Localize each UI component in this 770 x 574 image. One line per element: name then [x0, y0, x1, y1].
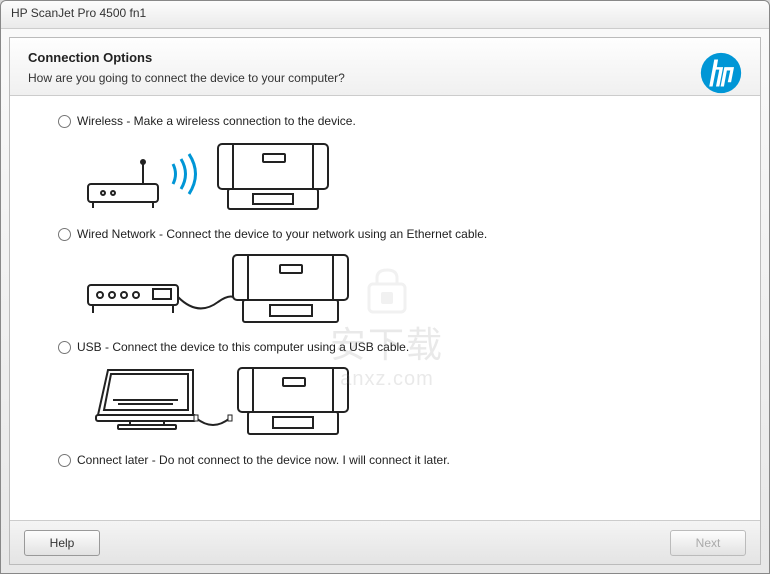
illustration-wired — [78, 247, 720, 330]
option-wireless: Wireless - Make a wireless connection to… — [58, 114, 720, 217]
option-later-row[interactable]: Connect later - Do not connect to the de… — [58, 453, 720, 467]
hp-logo-icon — [700, 52, 742, 94]
label-wireless: Wireless - Make a wireless connection to… — [77, 114, 356, 128]
page-title: Connection Options — [28, 50, 742, 65]
content-area: Wireless - Make a wireless connection to… — [10, 96, 760, 520]
option-wired: Wired Network - Connect the device to yo… — [58, 227, 720, 330]
illustration-wireless — [78, 134, 720, 217]
option-wired-row[interactable]: Wired Network - Connect the device to yo… — [58, 227, 720, 241]
radio-wired[interactable] — [58, 228, 71, 241]
illustration-usb — [78, 360, 720, 443]
label-usb: USB - Connect the device to this compute… — [77, 340, 409, 354]
option-later: Connect later - Do not connect to the de… — [58, 453, 720, 467]
radio-usb[interactable] — [58, 341, 71, 354]
window-title: HP ScanJet Pro 4500 fn1 — [11, 6, 146, 20]
next-button[interactable]: Next — [670, 530, 746, 556]
radio-wireless[interactable] — [58, 115, 71, 128]
header: Connection Options How are you going to … — [10, 38, 760, 96]
option-wireless-row[interactable]: Wireless - Make a wireless connection to… — [58, 114, 720, 128]
radio-later[interactable] — [58, 454, 71, 467]
option-usb-row[interactable]: USB - Connect the device to this compute… — [58, 340, 720, 354]
label-later: Connect later - Do not connect to the de… — [77, 453, 450, 467]
help-button[interactable]: Help — [24, 530, 100, 556]
option-usb: USB - Connect the device to this compute… — [58, 340, 720, 443]
label-wired: Wired Network - Connect the device to yo… — [77, 227, 487, 241]
footer: Help Next — [10, 520, 760, 564]
titlebar: HP ScanJet Pro 4500 fn1 — [1, 1, 769, 29]
installer-window: HP ScanJet Pro 4500 fn1 Connection Optio… — [0, 0, 770, 574]
inner-panel: Connection Options How are you going to … — [9, 37, 761, 565]
page-subtitle: How are you going to connect the device … — [28, 71, 742, 85]
